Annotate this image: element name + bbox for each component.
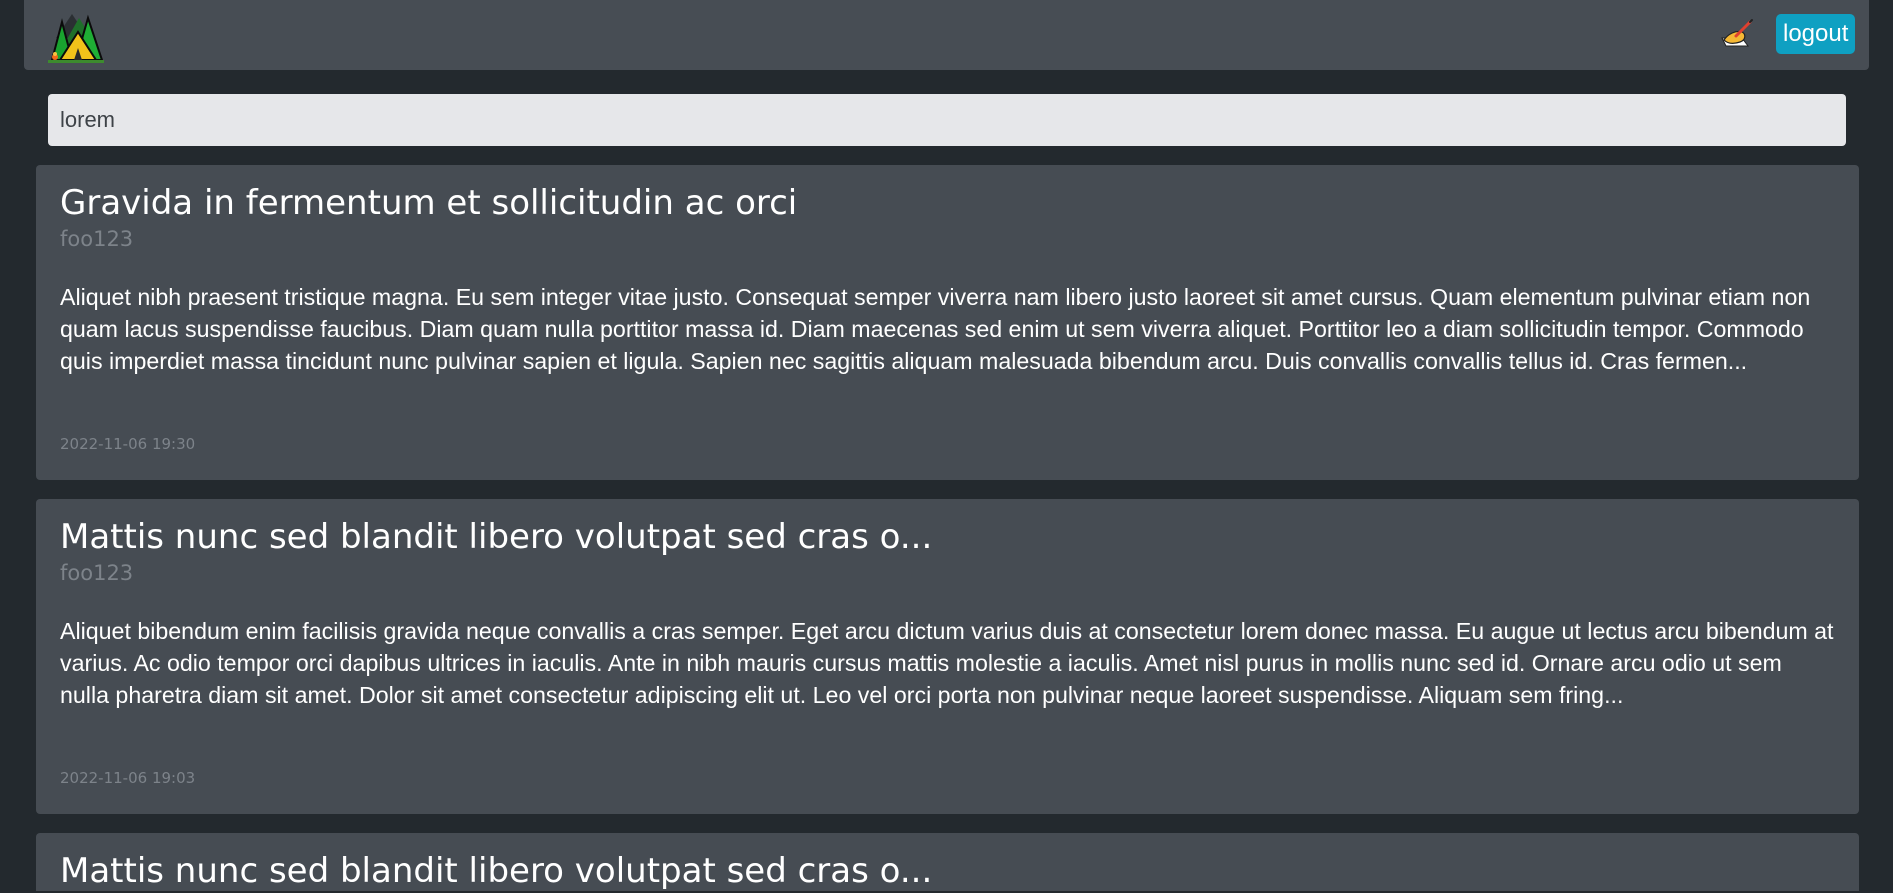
post-excerpt: Aliquet nibh praesent tristique magna. E… xyxy=(60,284,1811,374)
logout-button[interactable]: logout xyxy=(1776,14,1856,54)
post-author: foo123 xyxy=(60,561,134,585)
top-navbar: logout xyxy=(24,0,1869,70)
post-author: foo123 xyxy=(60,227,134,251)
post-title[interactable]: Mattis nunc sed blandit libero volutpat … xyxy=(60,849,932,893)
post-date: 2022-11-06 19:30 xyxy=(60,435,196,453)
post-card[interactable]: Mattis nunc sed blandit libero volutpat … xyxy=(36,499,1859,814)
post-title[interactable]: Gravida in fermentum et sollicitudin ac … xyxy=(60,181,797,225)
post-excerpt: Aliquet bibendum enim facilisis gravida … xyxy=(60,618,1834,708)
post-date: 2022-11-06 19:03 xyxy=(60,769,196,787)
camping-logo-icon[interactable] xyxy=(46,8,106,64)
post-title[interactable]: Mattis nunc sed blandit libero volutpat … xyxy=(60,515,932,559)
post-card[interactable]: Mattis nunc sed blandit libero volutpat … xyxy=(36,833,1859,891)
post-card[interactable]: Gravida in fermentum et sollicitudin ac … xyxy=(36,165,1859,480)
writing-hand-icon[interactable] xyxy=(1718,16,1756,52)
search-input[interactable] xyxy=(48,94,1846,146)
